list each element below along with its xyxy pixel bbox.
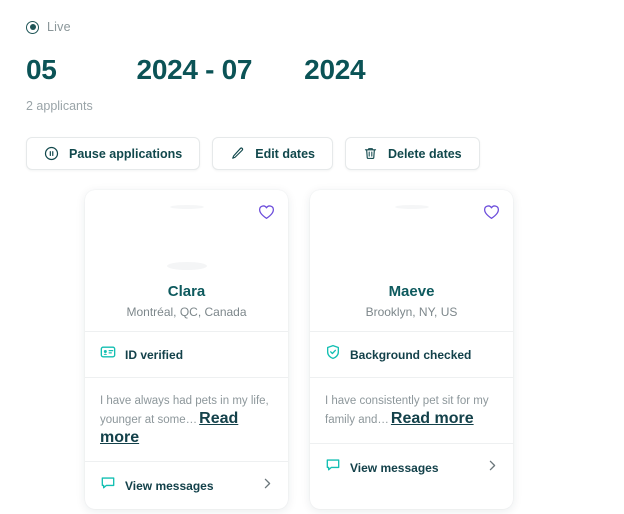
pause-applications-button[interactable]: Pause applications: [26, 137, 201, 170]
chat-bubble-icon: [325, 457, 341, 478]
chat-bubble-icon: [100, 475, 116, 496]
favorite-heart-icon[interactable]: [255, 201, 277, 223]
verification-label: Background checked: [350, 347, 472, 362]
verification-row: Background checked: [310, 331, 513, 377]
avatar-placeholder-shadow-icon: [166, 262, 207, 270]
verification-label: ID verified: [125, 347, 184, 362]
date-end-year: 2024: [304, 54, 366, 85]
view-messages-label: View messages: [350, 460, 439, 475]
applicant-name: Clara: [167, 283, 206, 300]
avatar-placeholder-icon: [169, 205, 204, 209]
card-header: Clara Montréal, QC, Canada: [85, 190, 288, 331]
applicant-location: Montréal, QC, Canada: [126, 305, 247, 319]
date-start-day: 05: [26, 54, 57, 85]
view-messages-label: View messages: [125, 478, 214, 493]
read-more-link[interactable]: Read more: [391, 410, 474, 427]
applicant-location: Brooklyn, NY, US: [365, 305, 458, 319]
action-toolbar: Pause applications Edit dates Delete dat…: [26, 137, 480, 170]
pencil-icon: [230, 146, 245, 161]
verification-row: ID verified: [85, 331, 288, 377]
edit-dates-label: Edit dates: [255, 146, 315, 161]
applicant-card[interactable]: Clara Montréal, QC, Canada ID verified I…: [85, 190, 288, 509]
bio-row: I have consistently pet sit for my famil…: [310, 377, 513, 443]
delete-dates-label: Delete dates: [387, 146, 462, 161]
applicant-name: Maeve: [388, 283, 435, 300]
live-status-label: Live: [47, 20, 71, 34]
chevron-right-icon: [262, 477, 273, 495]
shield-check-icon: [325, 344, 341, 365]
trash-icon: [363, 146, 378, 161]
live-status: Live: [26, 20, 71, 34]
date-range-middle: 2024 - 07: [136, 54, 253, 85]
applicant-card[interactable]: Maeve Brooklyn, NY, US Background checke…: [310, 190, 513, 509]
delete-dates-button[interactable]: Delete dates: [344, 137, 480, 170]
view-messages-row[interactable]: View messages: [310, 443, 513, 491]
bio-text: I have always had pets in my life, young…: [100, 395, 269, 426]
applicant-card-list: Clara Montréal, QC, Canada ID verified I…: [85, 190, 513, 509]
view-messages-row[interactable]: View messages: [85, 461, 288, 509]
avatar-placeholder-icon: [394, 205, 429, 209]
id-card-icon: [100, 344, 116, 365]
pause-applications-label: Pause applications: [69, 146, 183, 161]
card-header: Maeve Brooklyn, NY, US: [310, 190, 513, 331]
bio-row: I have always had pets in my life, young…: [85, 377, 288, 461]
edit-dates-button[interactable]: Edit dates: [212, 137, 333, 170]
favorite-heart-icon[interactable]: [480, 201, 502, 223]
applicant-count: 2 applicants: [26, 99, 93, 113]
pause-circle-icon: [44, 146, 59, 161]
chevron-right-icon: [487, 459, 498, 477]
radio-filled-icon: [26, 20, 39, 34]
page-title: 05 2024 - 07 2024: [26, 54, 366, 86]
